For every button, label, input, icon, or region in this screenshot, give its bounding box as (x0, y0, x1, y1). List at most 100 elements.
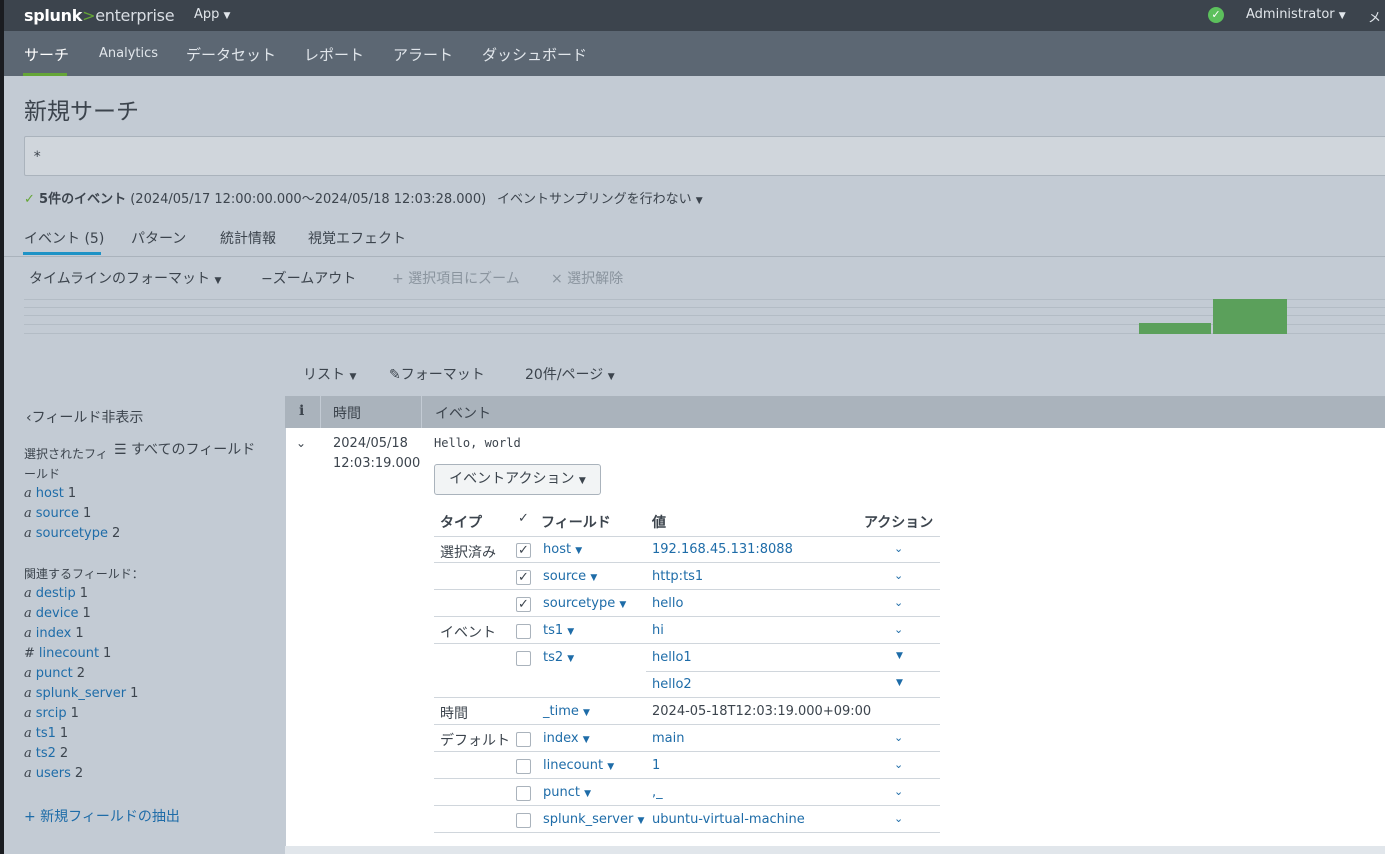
sampling-dropdown[interactable]: イベントサンプリングを行わない ▼ (497, 188, 703, 207)
caret-down-icon: ▼ (575, 546, 583, 556)
event-actions-button[interactable]: イベントアクション ▼ (434, 464, 601, 495)
caret-down-icon: ▼ (583, 708, 590, 718)
field-checkbox[interactable] (516, 732, 531, 747)
field-checkbox[interactable]: ✓ (516, 543, 531, 558)
caret-down-icon: ▼ (578, 476, 586, 486)
top-bar: splunk>enterprise App ▼ ✓ Administrator … (4, 0, 1385, 31)
field-value[interactable]: hello (652, 596, 683, 611)
field-menu[interactable]: _time ▼ (543, 704, 590, 719)
field-value[interactable]: hello2 (652, 677, 692, 692)
tab-events[interactable]: イベント (5) (24, 228, 104, 248)
timeline-format-menu[interactable]: タイムラインのフォーマット ▼ (29, 268, 221, 288)
timeline-gridline (24, 315, 1385, 316)
field-menu[interactable]: ts2 ▼ (543, 650, 574, 665)
caret-down-icon[interactable]: ▼ (896, 678, 903, 688)
field-punct[interactable]: a punct 2 (24, 666, 85, 681)
select-all-checkbox[interactable]: ✓ (516, 512, 531, 527)
all-fields-button[interactable]: ☰ すべてのフィールド (114, 439, 255, 459)
caret-down-icon[interactable]: ▼ (896, 651, 903, 661)
tab-visualization[interactable]: 視覚エフェクト (308, 228, 406, 248)
zoom-out-button[interactable]: −ズームアウト (261, 268, 356, 288)
field-index[interactable]: a index 1 (24, 626, 84, 641)
field-value[interactable]: main (652, 731, 684, 746)
field-menu[interactable]: splunk_server ▼ (543, 812, 644, 827)
field-checkbox[interactable]: ✓ (516, 570, 531, 585)
chevron-down-icon[interactable]: ⌄ (894, 758, 903, 771)
field-count: 1 (82, 606, 91, 621)
nav-dashboards[interactable]: ダッシュボード (482, 44, 587, 65)
field-destip[interactable]: a destip 1 (24, 586, 88, 601)
field-menu[interactable]: punct ▼ (543, 785, 591, 800)
chevron-down-icon[interactable]: ⌄ (894, 785, 903, 798)
field-checkbox[interactable]: ✓ (516, 597, 531, 612)
field-checkbox[interactable] (516, 759, 531, 774)
zoom-selection-button[interactable]: + 選択項目にズーム (392, 268, 520, 288)
field-value[interactable]: ,_ (652, 785, 663, 800)
chevron-down-icon[interactable]: ⌄ (894, 596, 903, 609)
field-checkbox[interactable] (516, 651, 531, 666)
nav-reports[interactable]: レポート (304, 44, 364, 65)
field-checkbox[interactable] (516, 813, 531, 828)
list-icon: ☰ (114, 442, 127, 458)
nav-search[interactable]: サーチ (24, 44, 69, 65)
format-menu[interactable]: ✎フォーマット (389, 364, 485, 384)
nav-datasets[interactable]: データセット (186, 44, 276, 65)
field-checkbox[interactable] (516, 786, 531, 801)
search-input[interactable]: * (24, 136, 1385, 176)
tab-patterns[interactable]: パターン (131, 228, 186, 248)
field-sourcetype[interactable]: a sourcetype 2 (24, 526, 120, 541)
time-column-header[interactable]: 時間 (333, 403, 361, 423)
field-count: 1 (59, 726, 69, 741)
field-menu[interactable]: index ▼ (543, 731, 590, 746)
tab-statistics[interactable]: 統計情報 (220, 228, 276, 248)
field-row (434, 590, 940, 617)
field-linecount[interactable]: # linecount 1 (24, 646, 111, 661)
timeline-bar[interactable] (1213, 299, 1287, 334)
nav-alerts[interactable]: アラート (393, 44, 453, 65)
field-menu[interactable]: linecount ▼ (543, 758, 614, 773)
field-menu[interactable]: host ▼ (543, 542, 582, 557)
field-menu[interactable]: sourcetype ▼ (543, 596, 626, 611)
check-circle-icon[interactable]: ✓ (1208, 7, 1224, 23)
field-value[interactable]: 192.168.45.131:8088 (652, 542, 793, 557)
extract-new-field-link[interactable]: + 新規フィールドの抽出 (24, 806, 180, 826)
field-srcip[interactable]: a srcip 1 (24, 706, 79, 721)
nav-analytics[interactable]: Analytics (99, 46, 158, 61)
event-time: 12:03:19.000 (333, 456, 421, 471)
field-value[interactable]: 1 (652, 758, 660, 773)
field-name: host (543, 542, 572, 557)
chevron-down-icon[interactable]: ⌄ (894, 731, 903, 744)
caret-down-icon: ▼ (590, 573, 598, 583)
field-checkbox[interactable] (516, 624, 531, 639)
chevron-down-icon[interactable]: ⌄ (894, 569, 903, 582)
field-source[interactable]: a source 1 (24, 506, 91, 521)
hide-fields-button[interactable]: ‹フィールド非表示 (26, 407, 143, 427)
search-query[interactable]: * (33, 149, 41, 165)
field-value[interactable]: hello1 (652, 650, 692, 665)
deselect-button[interactable]: × 選択解除 (551, 268, 623, 288)
user-menu[interactable]: Administrator ▼ (1246, 7, 1346, 22)
field-value[interactable]: ubuntu-virtual-machine (652, 812, 805, 827)
field-device[interactable]: a device 1 (24, 606, 91, 621)
field-host[interactable]: a host 1 (24, 486, 76, 501)
field-ts1[interactable]: a ts1 1 (24, 726, 68, 741)
field-menu[interactable]: source ▼ (543, 569, 597, 584)
per-page-menu[interactable]: 20件/ページ ▼ (525, 364, 615, 384)
field-menu[interactable]: ts1 ▼ (543, 623, 574, 638)
field-users[interactable]: a users 2 (24, 766, 83, 781)
chevron-down-icon[interactable]: ⌄ (894, 812, 903, 825)
field-count: 2 (111, 526, 121, 541)
chevron-down-icon[interactable]: ⌄ (296, 436, 306, 450)
messages-menu[interactable]: メ (1368, 7, 1381, 26)
field-splunk-server[interactable]: a splunk_server 1 (24, 686, 138, 701)
app-menu[interactable]: App ▼ (194, 7, 230, 22)
timeline-bar[interactable] (1139, 323, 1211, 334)
field-ts2[interactable]: a ts2 2 (24, 746, 68, 761)
chevron-down-icon[interactable]: ⌄ (894, 623, 903, 636)
group-event: イベント (440, 625, 496, 641)
field-value[interactable]: hi (652, 623, 664, 638)
chevron-down-icon[interactable]: ⌄ (894, 542, 903, 555)
field-value[interactable]: http:ts1 (652, 569, 703, 584)
list-view-menu[interactable]: リスト ▼ (303, 364, 356, 384)
splunk-logo[interactable]: splunk>enterprise (24, 6, 175, 25)
